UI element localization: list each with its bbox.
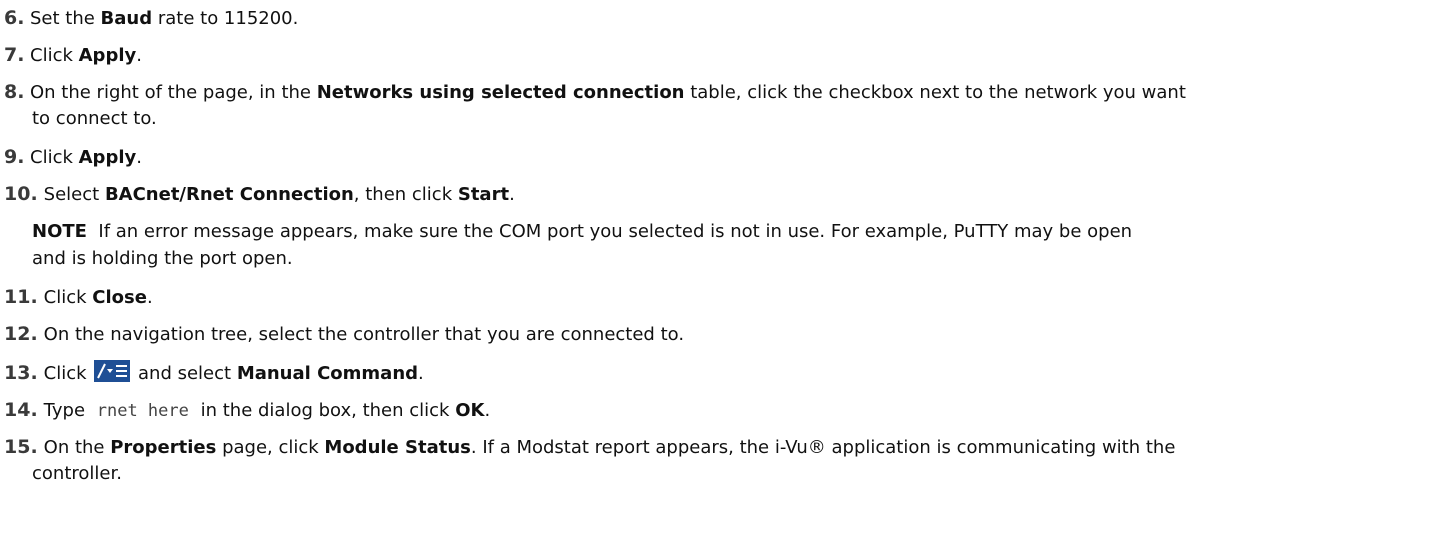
step-15-continuation: controller. xyxy=(32,463,122,484)
step-10-note-continuation: and is holding the port open. xyxy=(32,248,293,269)
step-8: 8. On the right of the page, in the Netwo… xyxy=(4,81,1186,103)
step-9: 9. Click Apply. xyxy=(4,146,142,168)
ui-term: Properties xyxy=(110,437,217,458)
step-number: 10. xyxy=(4,183,38,205)
step-11: 11. Click Close. xyxy=(4,286,153,308)
step-15: 15. On the Properties page, click Module … xyxy=(4,436,1176,458)
step-number: 9. xyxy=(4,146,25,168)
ui-term: Apply xyxy=(78,147,137,168)
ui-term: Module Status xyxy=(324,437,471,458)
step-12: 12. On the navigation tree, select the co… xyxy=(4,323,685,345)
ui-term: Apply xyxy=(78,45,137,66)
step-7: 7. Click Apply. xyxy=(4,44,142,66)
ui-term: Start xyxy=(457,184,510,205)
edit-menu-icon xyxy=(94,360,131,382)
ui-term: Networks using selected connection xyxy=(316,82,685,103)
step-10: 10. Select BACnet/Rnet Connection, then c… xyxy=(4,183,515,205)
ui-term: Manual Command xyxy=(236,363,419,384)
step-8-continuation: to connect to. xyxy=(32,108,157,129)
step-number: 6. xyxy=(4,7,25,29)
ui-term: Baud xyxy=(100,8,153,29)
step-14: 14. Type rnet here in the dialog box, the… xyxy=(4,399,491,421)
ui-term: OK xyxy=(455,400,485,421)
step-13: 13. Click and select Manual Command. xyxy=(4,360,424,384)
note-text: If an error message appears, make sure t… xyxy=(86,221,1133,242)
step-number: 12. xyxy=(4,323,38,345)
step-number: 7. xyxy=(4,44,25,66)
command-code: rnet here xyxy=(96,401,189,421)
step-number: 14. xyxy=(4,399,38,421)
ui-term: BACnet/Rnet Connection xyxy=(104,184,354,205)
step-10-note: NOTE If an error message appears, make s… xyxy=(32,219,1132,245)
step-number: 11. xyxy=(4,286,38,308)
ui-term: Close xyxy=(92,287,147,308)
step-number: 13. xyxy=(4,362,38,384)
step-6: 6. Set the Baud rate to 115200. xyxy=(4,7,299,29)
step-number: 8. xyxy=(4,81,25,103)
note-label: NOTE xyxy=(32,221,87,242)
step-number: 15. xyxy=(4,436,38,458)
